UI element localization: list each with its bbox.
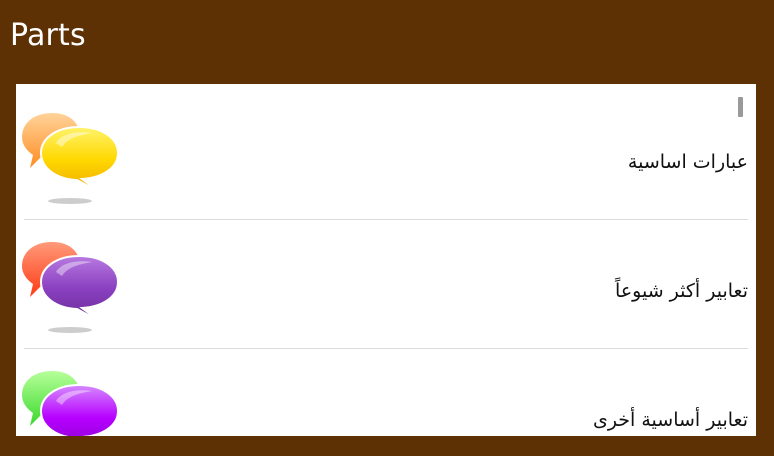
parts-list[interactable]: عبارات اساسية تعابير أكثر شيوعاً تعابير … bbox=[16, 84, 756, 436]
speech-bubbles-icon bbox=[22, 371, 120, 436]
list-item-label: تعابير أكثر شيوعاً bbox=[615, 280, 748, 302]
list-item-label: تعابير أساسية أخرى bbox=[592, 409, 748, 431]
list-item-label: عبارات اساسية bbox=[627, 151, 748, 173]
speech-bubbles-icon bbox=[22, 242, 120, 333]
list-item[interactable]: عبارات اساسية bbox=[16, 91, 756, 220]
app-title: Parts bbox=[10, 18, 86, 53]
list-item[interactable]: تعابير أساسية أخرى bbox=[16, 349, 756, 436]
speech-bubbles-icon bbox=[22, 113, 120, 204]
list-item[interactable]: تعابير أكثر شيوعاً bbox=[16, 220, 756, 349]
app-header: Parts bbox=[0, 0, 774, 84]
